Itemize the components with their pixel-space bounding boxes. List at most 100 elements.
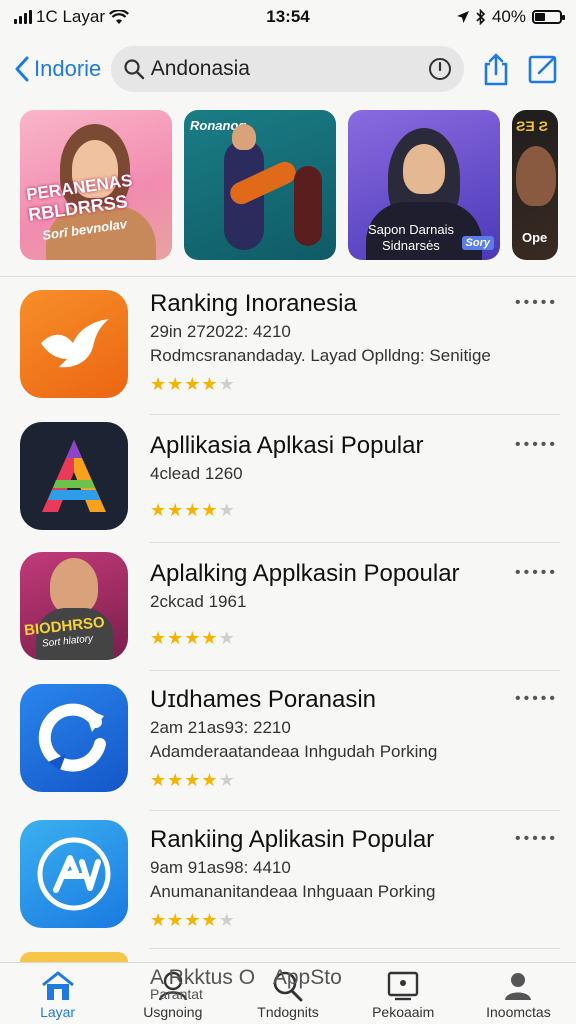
home-icon (41, 971, 74, 1000)
search-box[interactable] (110, 46, 464, 92)
location-icon (456, 11, 469, 23)
star-filled-icon: ★ (167, 628, 185, 648)
app-icon (20, 820, 128, 928)
app-icon (20, 684, 128, 792)
back-button[interactable]: Indorie (14, 56, 111, 82)
star-filled-icon: ★ (167, 500, 185, 520)
guitarist-2-image (294, 166, 322, 246)
tab-label: Pekoaaim (372, 1004, 435, 1020)
star-filled-icon: ★ (150, 770, 168, 790)
divider (0, 276, 576, 277)
app-description: Adamderaatandeaa Inhgudah Porking (150, 742, 438, 761)
search-icon (273, 971, 303, 1002)
tab-label: Inoomctas (486, 1004, 551, 1020)
star-filled-icon: ★ (184, 770, 202, 790)
tab-usgnoing[interactable]: Usgnoing (115, 963, 230, 1024)
star-empty-icon: ★ (218, 628, 236, 648)
rating-stars: ★★★★★ (150, 374, 236, 395)
star-filled-icon: ★ (167, 910, 185, 930)
battery-percent: 40% (491, 7, 526, 26)
star-empty-icon: ★ (218, 770, 236, 790)
banner-3-face-image (403, 144, 445, 194)
compose-button[interactable] (525, 45, 562, 93)
star-filled-icon: ★ (167, 770, 185, 790)
star-empty-icon: ★ (218, 500, 236, 520)
banner-4-line-2: Ope (522, 230, 548, 245)
status-bar: 1C Layar 13:54 40% (0, 0, 576, 34)
row-separator (150, 948, 560, 949)
av-circle-icon (37, 837, 111, 911)
tab-tndognits[interactable]: Tndognits (230, 963, 345, 1024)
tab-bar: Layar Usgnoing Tndognits Pekoaaim Inoomc… (0, 962, 576, 1024)
star-filled-icon: ★ (201, 770, 219, 790)
row-separator (150, 542, 560, 543)
app-icon: BIODHRSO Sort hlatory (20, 552, 128, 660)
banner-4-face-image (516, 146, 556, 206)
share-button[interactable] (478, 45, 515, 93)
share-icon (484, 53, 508, 86)
featured-banners: PERANENAS RBLDRRSS Sorī bevnolav Ronanog… (20, 110, 576, 262)
star-empty-icon: ★ (218, 374, 236, 394)
chevron-left-icon (15, 56, 29, 82)
more-button[interactable]: ••••• (515, 294, 558, 312)
tab-label: Layar (40, 1004, 76, 1020)
refresh-icon (38, 703, 106, 772)
star-filled-icon: ★ (184, 374, 202, 394)
row-separator (150, 810, 560, 811)
list-item[interactable]: BIODHRSO Sort hlatory Aplalking Applkasi… (0, 544, 576, 682)
guitarist-head-image (232, 124, 256, 150)
row-separator (150, 670, 560, 671)
app-icon (20, 422, 128, 530)
app-subtitle: 2ckcad 1961 (150, 592, 247, 611)
banner-2[interactable]: Ronanog (184, 110, 336, 260)
profile-icon (505, 973, 532, 1000)
rating-stars: ★★★★★ (150, 500, 236, 521)
app-icon (20, 290, 128, 398)
tab-layar[interactable]: Layar (0, 963, 115, 1024)
list-item[interactable]: Rankiing Aplikasin Popular 9am 91as98: 4… (0, 812, 576, 950)
more-button[interactable]: ••••• (515, 564, 558, 582)
star-filled-icon: ★ (201, 910, 219, 930)
search-icon (124, 59, 144, 80)
tab-pekoaaim[interactable]: Pekoaaim (346, 963, 461, 1024)
app-subtitle: 9am 91as98: 4410 (150, 858, 291, 877)
back-label: Indorie (34, 56, 102, 81)
more-button[interactable]: ••••• (515, 690, 558, 708)
rating-stars: ★★★★★ (150, 770, 236, 791)
star-filled-icon: ★ (150, 500, 168, 520)
status-time: 13:54 (266, 7, 310, 26)
star-filled-icon: ★ (150, 374, 168, 394)
banner-4[interactable]: ƧƎ Ƨ Ope (512, 110, 558, 260)
star-filled-icon: ★ (201, 628, 219, 648)
more-button[interactable]: ••••• (515, 436, 558, 454)
tab-inoomctas[interactable]: Inoomctas (461, 963, 576, 1024)
list-item[interactable]: Ranking Inoranesia 29in 272022: 4210 Rod… (0, 278, 576, 416)
app-title: Aplalking Applkasin Popoular (150, 560, 460, 587)
banner-3[interactable]: Sapon Darnais Sidnarsės Sory (348, 110, 500, 260)
clock-icon[interactable] (428, 57, 452, 81)
star-filled-icon: ★ (167, 374, 185, 394)
star-filled-icon: ★ (201, 500, 219, 520)
banner-1[interactable]: PERANENAS RBLDRRSS Sorī bevnolav (20, 110, 172, 260)
app-subtitle: 2am 21as93: 2210 (150, 718, 291, 737)
rating-stars: ★★★★★ (150, 628, 236, 649)
star-empty-icon: ★ (218, 910, 236, 930)
app-subtitle: 4clead 1260 (150, 464, 243, 483)
banner-4-line-1: ƧƎ Ƨ (516, 118, 548, 134)
status-right: 40% (362, 7, 565, 27)
more-button[interactable]: ••••• (515, 830, 558, 848)
list-item[interactable]: Apllikasia Aplkasi Popular 4clead 1260 ★… (0, 416, 576, 554)
app-description: Rodmcsranandaday. Layad Oplldng: Senitig… (150, 346, 491, 365)
list-item[interactable]: Uɪdhames Poranasin 2am 21as93: 2210 Adam… (0, 672, 576, 811)
star-filled-icon: ★ (150, 628, 168, 648)
search-input[interactable] (150, 57, 422, 81)
app-subtitle: 29in 272022: 4210 (150, 322, 291, 341)
monitor-icon (388, 971, 419, 1001)
app-title: Ranking Inoranesia (150, 290, 357, 317)
star-filled-icon: ★ (184, 910, 202, 930)
status-left: 1C Layar (14, 7, 214, 27)
compose-icon (529, 55, 557, 84)
tab-label: Usgnoing (143, 1004, 203, 1020)
banner-3-line-1: Sapon Darnais (368, 222, 454, 237)
signal-icon (14, 10, 32, 24)
